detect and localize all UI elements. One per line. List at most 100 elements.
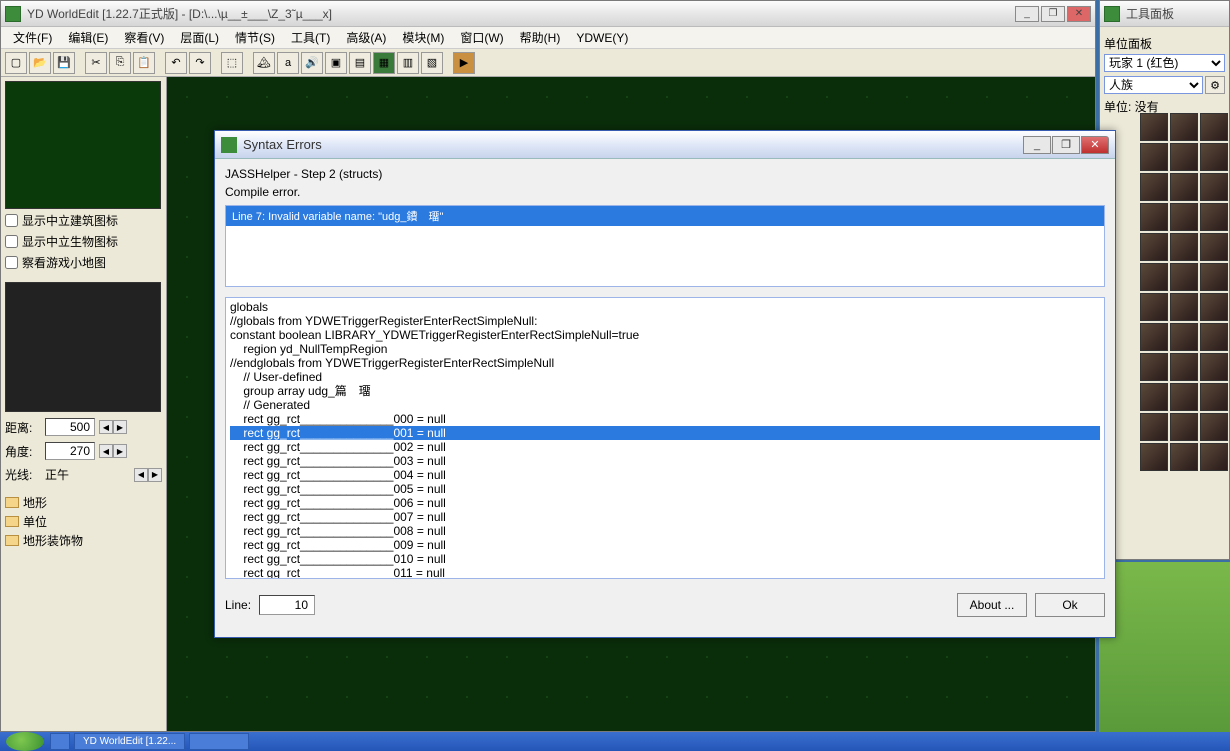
- tool-h[interactable]: ▧: [421, 52, 443, 74]
- tool-a[interactable]: 🏔: [253, 52, 275, 74]
- tool-redo[interactable]: ↷: [189, 52, 211, 74]
- code-line[interactable]: group array udg_篇 璢: [230, 384, 1100, 398]
- main-titlebar[interactable]: YD WorldEdit [1.22.7正式版] - [D:\...\µ__±_…: [1, 1, 1095, 27]
- minimap[interactable]: [5, 81, 161, 209]
- menu-ydwe[interactable]: YDWE(Y): [570, 29, 634, 47]
- tool-e[interactable]: ▤: [349, 52, 371, 74]
- unit-cell[interactable]: [1200, 173, 1228, 201]
- task-item[interactable]: [189, 733, 249, 750]
- code-line[interactable]: //globals from YDWETriggerRegisterEnterR…: [230, 314, 1100, 328]
- unit-cell[interactable]: [1170, 413, 1198, 441]
- menu-help[interactable]: 帮助(H): [514, 27, 567, 48]
- palette-titlebar[interactable]: 工具面板: [1100, 1, 1229, 27]
- unit-cell[interactable]: [1140, 233, 1168, 261]
- code-line[interactable]: region yd_NullTempRegion: [230, 342, 1100, 356]
- unit-cell[interactable]: [1200, 383, 1228, 411]
- unit-cell[interactable]: [1200, 203, 1228, 231]
- unit-cell[interactable]: [1170, 383, 1198, 411]
- code-line[interactable]: rect gg_rct______________009 = null: [230, 538, 1100, 552]
- tree-terrain[interactable]: 地形: [5, 493, 162, 512]
- code-line[interactable]: rect gg_rct______________005 = null: [230, 482, 1100, 496]
- min-button[interactable]: _: [1015, 6, 1039, 22]
- arrow-left-icon[interactable]: ◀: [99, 444, 113, 458]
- task-item[interactable]: [50, 733, 70, 750]
- check-neutral-building[interactable]: 显示中立建筑图标: [5, 211, 162, 230]
- unit-cell[interactable]: [1200, 443, 1228, 471]
- code-line[interactable]: rect gg_rct______________006 = null: [230, 496, 1100, 510]
- tool-paste[interactable]: 📋: [133, 52, 155, 74]
- arrow-right-icon[interactable]: ▶: [113, 420, 127, 434]
- unit-cell[interactable]: [1140, 143, 1168, 171]
- ok-button[interactable]: Ok: [1035, 593, 1105, 617]
- unit-cell[interactable]: [1200, 293, 1228, 321]
- unit-cell[interactable]: [1140, 323, 1168, 351]
- tool-b[interactable]: a: [277, 52, 299, 74]
- unit-cell[interactable]: [1140, 443, 1168, 471]
- filter-button[interactable]: ⚙: [1205, 76, 1225, 94]
- unit-cell[interactable]: [1170, 203, 1198, 231]
- unit-cell[interactable]: [1170, 143, 1198, 171]
- unit-cell[interactable]: [1170, 353, 1198, 381]
- race-select[interactable]: 人族: [1104, 76, 1203, 94]
- distance-val[interactable]: 500: [45, 418, 95, 436]
- check-neutral-creep[interactable]: 显示中立生物图标: [5, 232, 162, 251]
- code-line[interactable]: // Generated: [230, 398, 1100, 412]
- dialog-titlebar[interactable]: Syntax Errors _ ❐ ✕: [215, 131, 1115, 159]
- check-view-minimap[interactable]: 察看游戏小地图: [5, 253, 162, 272]
- tool-f[interactable]: ▦: [373, 52, 395, 74]
- unit-cell[interactable]: [1140, 263, 1168, 291]
- unit-cell[interactable]: [1200, 323, 1228, 351]
- error-list[interactable]: Line 7: Invalid variable name: "udg_鐨 璢": [225, 205, 1105, 287]
- code-line[interactable]: rect gg_rct______________004 = null: [230, 468, 1100, 482]
- menu-tools[interactable]: 工具(T): [285, 27, 336, 48]
- code-line[interactable]: rect gg_rct______________001 = null: [230, 426, 1100, 440]
- menu-edit[interactable]: 编辑(E): [62, 27, 114, 48]
- code-line[interactable]: rect gg_rct______________010 = null: [230, 552, 1100, 566]
- dialog-close-button[interactable]: ✕: [1081, 136, 1109, 154]
- unit-cell[interactable]: [1200, 353, 1228, 381]
- tool-save[interactable]: 💾: [53, 52, 75, 74]
- tool-copy[interactable]: ⎘: [109, 52, 131, 74]
- unit-cell[interactable]: [1140, 203, 1168, 231]
- unit-cell[interactable]: [1140, 353, 1168, 381]
- code-box[interactable]: globals//globals from YDWETriggerRegiste…: [225, 297, 1105, 579]
- menu-layer[interactable]: 层面(L): [174, 27, 225, 48]
- unit-cell[interactable]: [1170, 293, 1198, 321]
- start-button[interactable]: [6, 732, 44, 751]
- tree-doodad[interactable]: 地形装饰物: [5, 531, 162, 550]
- tool-g[interactable]: ▥: [397, 52, 419, 74]
- tool-test[interactable]: ▶: [453, 52, 475, 74]
- max-button[interactable]: ❐: [1041, 6, 1065, 22]
- menu-scenario[interactable]: 情节(S): [229, 27, 281, 48]
- code-line[interactable]: rect gg_rct______________007 = null: [230, 510, 1100, 524]
- tool-cut[interactable]: ✂: [85, 52, 107, 74]
- unit-cell[interactable]: [1140, 413, 1168, 441]
- unit-cell[interactable]: [1200, 413, 1228, 441]
- arrow-right-icon[interactable]: ▶: [113, 444, 127, 458]
- code-line[interactable]: rect gg_rct______________003 = null: [230, 454, 1100, 468]
- code-line[interactable]: rect gg_rct______________008 = null: [230, 524, 1100, 538]
- code-line[interactable]: // User-defined: [230, 370, 1100, 384]
- angle-val[interactable]: 270: [45, 442, 95, 460]
- code-line[interactable]: rect gg_rct______________011 = null: [230, 566, 1100, 579]
- tool-undo[interactable]: ↶: [165, 52, 187, 74]
- arrow-left-icon[interactable]: ◀: [99, 420, 113, 434]
- dialog-max-button[interactable]: ❐: [1052, 136, 1080, 154]
- unit-cell[interactable]: [1170, 443, 1198, 471]
- tool-select[interactable]: ⬚: [221, 52, 243, 74]
- tree-unit[interactable]: 单位: [5, 512, 162, 531]
- tool-c[interactable]: 🔊: [301, 52, 323, 74]
- unit-cell[interactable]: [1170, 323, 1198, 351]
- unit-cell[interactable]: [1200, 263, 1228, 291]
- menu-window[interactable]: 窗口(W): [454, 27, 509, 48]
- code-line[interactable]: //endglobals from YDWETriggerRegisterEnt…: [230, 356, 1100, 370]
- unit-cell[interactable]: [1170, 263, 1198, 291]
- task-item[interactable]: YD WorldEdit [1.22...: [74, 733, 185, 750]
- dialog-min-button[interactable]: _: [1023, 136, 1051, 154]
- unit-cell[interactable]: [1140, 383, 1168, 411]
- code-line[interactable]: globals: [230, 300, 1100, 314]
- code-line[interactable]: rect gg_rct______________002 = null: [230, 440, 1100, 454]
- tool-new[interactable]: ▢: [5, 52, 27, 74]
- arrow-right-icon[interactable]: ▶: [148, 468, 162, 482]
- player-select[interactable]: 玩家 1 (红色): [1104, 54, 1225, 72]
